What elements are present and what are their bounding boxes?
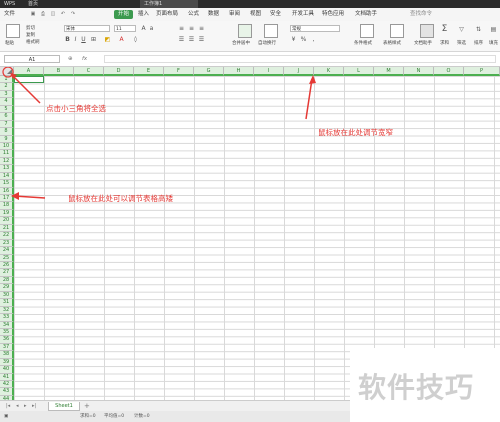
status-count: 计数=0 <box>134 414 150 419</box>
undo-icon[interactable]: ↶ <box>60 11 66 17</box>
formula-input[interactable] <box>104 55 496 63</box>
sort-icon[interactable]: ⇅ <box>475 26 482 33</box>
menu-security[interactable]: 安全 <box>270 10 281 19</box>
cond-format-icon[interactable] <box>360 24 374 38</box>
title-bar: WPS 首页 工作簿1 <box>0 0 500 8</box>
paste-icon[interactable] <box>6 24 20 38</box>
redo-icon[interactable]: ↷ <box>70 11 76 17</box>
menu-data[interactable]: 数据 <box>208 10 219 19</box>
sheet-tab-sheet1[interactable]: Sheet1 <box>48 402 80 411</box>
menu-start[interactable]: 开始 <box>114 10 134 19</box>
first-sheet-icon[interactable]: |◂ <box>6 402 10 411</box>
preview-icon[interactable]: ◫ <box>50 11 56 17</box>
save-icon[interactable]: ▣ <box>30 11 36 17</box>
percent-icon[interactable]: % <box>300 36 307 43</box>
menu-view[interactable]: 视图 <box>250 10 261 19</box>
wrap-icon[interactable] <box>264 24 278 38</box>
row-annotation: 鼠标放在此处可以调节表格高矮 <box>68 194 173 203</box>
status-average: 平均值=0 <box>104 414 125 419</box>
tab-wps[interactable]: WPS <box>0 0 19 8</box>
last-sheet-icon[interactable]: ▸| <box>32 402 36 411</box>
row-arrow-head <box>11 192 19 200</box>
tab-workbook[interactable]: 工作簿1 <box>140 0 198 8</box>
menu-dev-tools[interactable]: 开发工具 <box>292 10 314 19</box>
ribbon-toolbar: 粘贴 剪切 复制 格式刷 宋体 11 A a B I U ⊞ ◩ A ◊ ≡ ≡… <box>0 21 500 52</box>
align-center-icon[interactable]: ☰ <box>188 36 195 43</box>
bold-icon[interactable]: B <box>64 36 71 43</box>
font-size-select[interactable]: 11 <box>114 25 136 32</box>
thousands-icon[interactable]: , <box>310 36 317 43</box>
italic-icon[interactable]: I <box>72 36 79 43</box>
cond-format-button[interactable]: 条件格式 <box>354 40 372 46</box>
formula-bar: A1 ⊕ fx <box>0 52 500 67</box>
doc-helper-button[interactable]: 文档助手 <box>414 40 432 46</box>
filter-button[interactable]: 筛选 <box>457 40 466 46</box>
prev-sheet-icon[interactable]: ◂ <box>16 402 19 411</box>
menu-doc-helper[interactable]: 文档助手 <box>355 10 377 19</box>
align-bottom-icon[interactable]: ≡ <box>198 25 205 32</box>
column-arrow-line <box>305 78 313 120</box>
menu-page-layout[interactable]: 页面布局 <box>156 10 178 19</box>
menu-bar: 文件 ▣ ⎙ ◫ ↶ ↷ 开始 插入 页面布局 公式 数据 审阅 视图 安全 开… <box>0 8 500 22</box>
status-sum: 求和=0 <box>80 414 96 419</box>
shrink-font-icon[interactable]: a <box>148 25 155 32</box>
menu-features[interactable]: 特色应用 <box>322 10 344 19</box>
add-sheet-button[interactable]: + <box>84 402 90 411</box>
sort-button[interactable]: 排序 <box>474 40 483 46</box>
watermark: 软件技巧 <box>350 348 500 422</box>
align-top-icon[interactable]: ≡ <box>178 25 185 32</box>
column-arrow-head <box>309 75 316 84</box>
border-icon[interactable]: ⊞ <box>90 36 97 43</box>
merge-button[interactable]: 合并居中 <box>232 40 250 46</box>
align-left-icon[interactable]: ☰ <box>178 36 185 43</box>
wrap-button[interactable]: 自动换行 <box>258 40 276 46</box>
clear-icon[interactable]: ◊ <box>132 36 139 43</box>
menu-review[interactable]: 审阅 <box>229 10 240 19</box>
format-painter-button[interactable]: 格式刷 <box>26 39 40 45</box>
cut-button[interactable]: 剪切 <box>26 25 35 31</box>
filter-icon[interactable]: ▽ <box>458 26 465 33</box>
copy-button[interactable]: 复制 <box>26 32 35 38</box>
menu-formula[interactable]: 公式 <box>188 10 199 19</box>
fill-icon[interactable]: ▤ <box>490 26 497 33</box>
zoom-icon[interactable]: ⊕ <box>68 55 73 63</box>
font-color-icon[interactable]: A <box>118 36 125 43</box>
align-middle-icon[interactable]: ≡ <box>188 25 195 32</box>
search-command[interactable]: 查找命令 <box>410 10 432 19</box>
print-icon[interactable]: ⎙ <box>40 11 46 17</box>
menu-file[interactable]: 文件 <box>4 10 15 19</box>
corner-annotation: 点击小三角将全选 <box>46 104 106 113</box>
menu-insert[interactable]: 插入 <box>138 10 149 19</box>
sum-icon[interactable]: Σ <box>441 25 448 34</box>
corner-arrow-line <box>11 74 41 104</box>
align-right-icon[interactable]: ☰ <box>198 36 205 43</box>
fill-button[interactable]: 填充 <box>489 40 498 46</box>
fx-icon[interactable]: fx <box>82 55 87 63</box>
doc-helper-icon[interactable] <box>420 24 434 38</box>
merge-icon[interactable] <box>238 24 252 38</box>
grow-font-icon[interactable]: A <box>140 25 147 32</box>
font-select[interactable]: 宋体 <box>64 25 110 32</box>
currency-icon[interactable]: ¥ <box>290 36 297 43</box>
tab-home[interactable]: 首页 <box>24 0 42 8</box>
next-sheet-icon[interactable]: ▸ <box>24 402 27 411</box>
name-box[interactable]: A1 <box>4 55 60 63</box>
watermark-text: 软件技巧 <box>358 371 475 404</box>
column-annotation: 鼠标放在此处调节宽窄 <box>318 128 393 137</box>
sum-button[interactable]: 求和 <box>440 40 449 46</box>
fill-color-icon[interactable]: ◩ <box>104 36 111 43</box>
number-format-select[interactable]: 常规 <box>290 25 340 32</box>
status-icon: ▣ <box>4 414 9 419</box>
table-style-icon[interactable] <box>390 24 404 38</box>
paste-button[interactable]: 粘贴 <box>5 40 14 46</box>
underline-icon[interactable]: U <box>80 36 87 43</box>
table-style-button[interactable]: 表格样式 <box>383 40 401 46</box>
